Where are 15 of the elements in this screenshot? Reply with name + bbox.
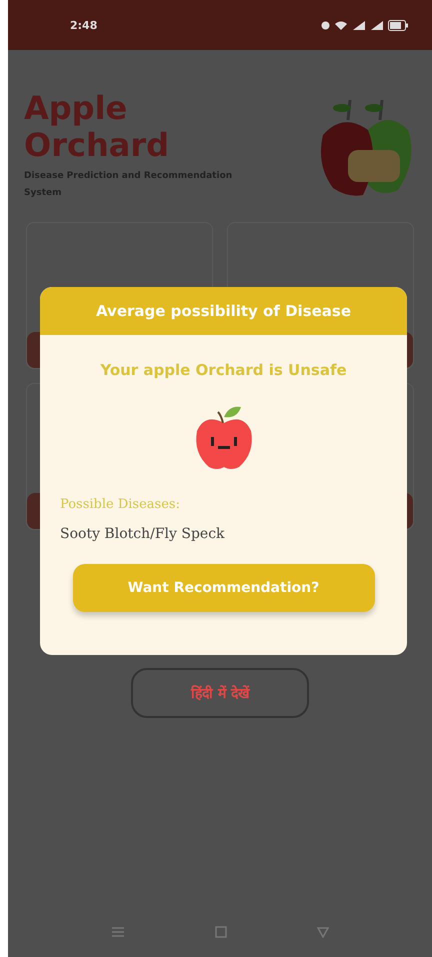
safety-verdict: Your apple Orchard is Unsafe (99, 361, 348, 379)
menu-icon[interactable] (111, 926, 125, 938)
notification-icon (321, 20, 330, 30)
battery-icon (388, 20, 408, 30)
signal-icon (352, 20, 366, 30)
disease-name: Sooty Blotch/Fly Speck (60, 526, 226, 542)
home-square-icon[interactable] (215, 926, 227, 938)
diseases-label: Possible Diseases: (60, 497, 181, 512)
wifi-icon (334, 20, 348, 30)
back-icon[interactable] (317, 926, 329, 938)
dialog-title: Average possibility of Disease (40, 287, 407, 335)
recommendation-button[interactable]: Want Recommendation? (72, 564, 374, 612)
language-button[interactable]: हिंदी में देखें (131, 668, 309, 718)
status-time: 2:48 (70, 18, 98, 32)
signal-icon (370, 20, 384, 30)
